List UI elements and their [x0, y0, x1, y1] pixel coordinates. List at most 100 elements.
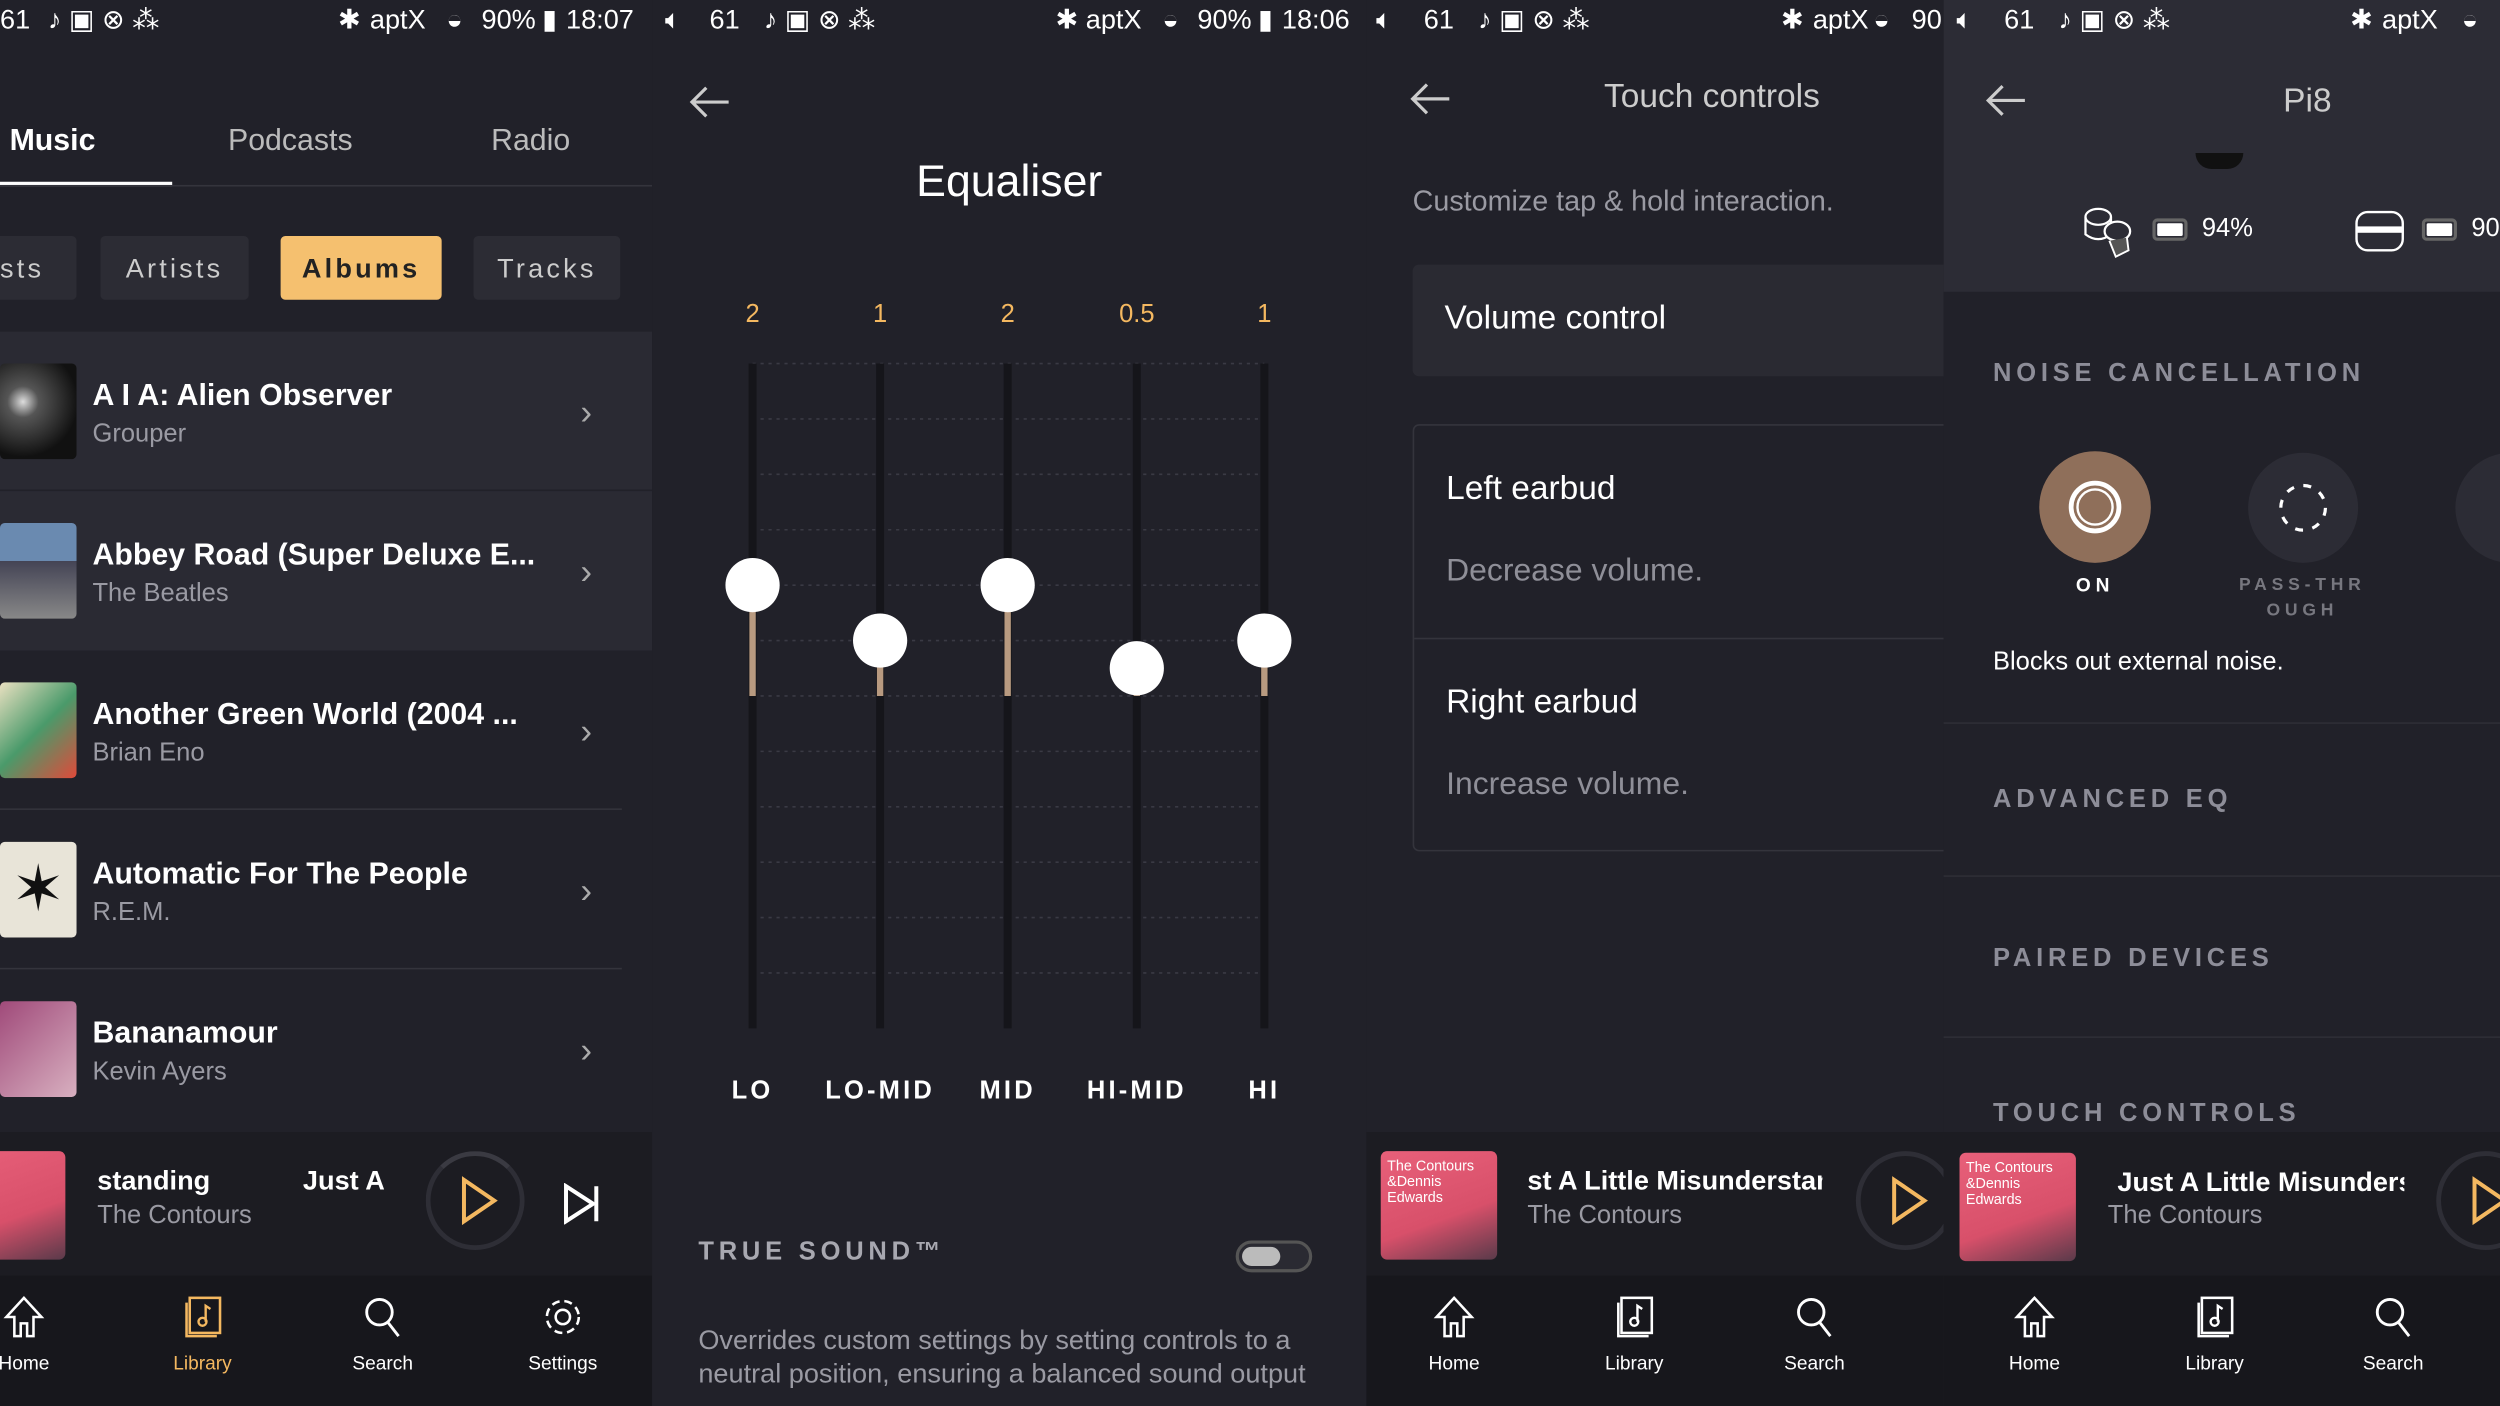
device-title: Pi8	[2283, 82, 2332, 120]
search-icon	[2375, 1298, 2411, 1337]
battery-level: 90	[1911, 4, 1942, 36]
now-playing-title: standing	[97, 1165, 211, 1196]
volume-control-option[interactable]: Volume control	[1412, 264, 1944, 377]
tabs-divider	[0, 184, 653, 187]
chip-playlists[interactable]: sts	[0, 235, 77, 300]
status-bar: 🔈︎ 61 ♪ ▣ ⊗ ⁂ ✱ aptX ◒ 90	[1366, 0, 1943, 41]
nc-mode-passthrough[interactable]	[2248, 452, 2359, 563]
earbuds-battery-level: 94%	[2201, 215, 2253, 243]
album-title: Another Green World (2004 ...	[92, 698, 518, 732]
nav-library[interactable]: Library	[1570, 1295, 1698, 1375]
device-header	[1943, 0, 2500, 292]
album-artist: Brian Eno	[92, 739, 205, 767]
right-earbud-setting[interactable]: Right earbud Increase volume.	[1414, 639, 1943, 853]
volume-level: 61	[709, 4, 740, 36]
band-name-label: LO	[732, 1077, 774, 1105]
slider-knob[interactable]	[1109, 641, 1164, 696]
mini-player[interactable]: standing Just A L The Contours	[0, 1132, 653, 1276]
volume-icon: 🔈︎	[664, 4, 682, 36]
album-title: Automatic For The People	[92, 857, 468, 892]
slider-knob[interactable]	[725, 558, 780, 613]
advanced-eq-link[interactable]: ADVANCED EQ	[1993, 786, 2232, 815]
next-track-title: Just A L	[302, 1165, 392, 1196]
status-bar: 🔈︎ 61 ♪ ▣ ⊗ ⁂ ✱ aptX ◒	[1944, 0, 2500, 41]
album-row[interactable]: A I A: Alien Observer Grouper ›	[0, 331, 653, 492]
volume-icon: 🔈︎	[1375, 4, 1393, 36]
album-artist: Grouper	[92, 420, 187, 449]
battery-icon: ▮	[1257, 4, 1273, 36]
chip-albums[interactable]: Albums	[280, 235, 442, 300]
nav-home[interactable]: Home	[0, 1295, 88, 1374]
play-button[interactable]	[1855, 1151, 1944, 1251]
album-art	[0, 682, 77, 779]
now-playing-artist: The Contours	[1527, 1202, 1682, 1230]
slider-knob[interactable]	[853, 613, 908, 668]
album-title: A I A: Alien Observer	[92, 379, 393, 413]
mini-player[interactable]: The Contours &Dennis Edwards Just A Littl…	[1943, 1132, 2500, 1276]
album-title: Abbey Road (Super Deluxe E...	[92, 538, 536, 573]
nc-mode-off[interactable]	[2455, 452, 2500, 563]
setting-title: Right earbud	[1446, 683, 1638, 721]
tab-music[interactable]: Music	[10, 124, 96, 159]
volume-icon: 🔈︎	[1956, 4, 1973, 36]
bluetooth-icon: ✱	[1780, 4, 1804, 36]
tab-radio[interactable]: Radio	[491, 124, 570, 159]
clock: 18:07	[566, 4, 634, 36]
album-row[interactable]: Bananamour Kevin Ayers ›	[0, 969, 622, 1128]
album-art	[0, 1001, 77, 1097]
true-sound-toggle[interactable]	[1235, 1240, 1313, 1273]
nav-search[interactable]: Search	[2329, 1295, 2457, 1374]
album-row[interactable]: Abbey Road (Super Deluxe E... The Beatle…	[0, 491, 653, 651]
charging-case-icon	[2355, 210, 2404, 252]
play-button[interactable]	[425, 1150, 525, 1251]
bluetooth-icon: ✱	[1055, 4, 1079, 36]
nav-search[interactable]: Search	[1751, 1295, 1879, 1374]
album-artist: Kevin Ayers	[92, 1058, 227, 1086]
volume-level: 61	[1423, 4, 1454, 36]
case-battery-level: 90	[2471, 215, 2500, 243]
touch-controls-link[interactable]: TOUCH CONTROLS	[1993, 1100, 2300, 1129]
nav-settings[interactable]: Settings	[499, 1295, 627, 1374]
band-value-label: 2	[745, 300, 759, 328]
bluetooth-icon: ✱	[2350, 4, 2373, 36]
status-bar: 61 ♪ ▣ ⊗ ⁂ ✱ aptX ◒ 90% ▮ 18:07	[0, 0, 652, 41]
status-bar: 🔈︎ 61 ♪ ▣ ⊗ ⁂ ✱ aptX ◒ 90% ▮ 18:06	[652, 0, 1366, 41]
earbuds-icon	[2084, 207, 2132, 259]
left-earbud-setting[interactable]: Left earbud Decrease volume.	[1414, 426, 1944, 640]
notification-icons: ♪ ▣ ⊗ ⁂	[763, 4, 876, 36]
library-icon	[185, 1296, 222, 1338]
battery-level: 90%	[1197, 4, 1252, 36]
nav-library[interactable]: Library	[139, 1295, 267, 1374]
chip-tracks[interactable]: Tracks	[473, 235, 621, 300]
album-row[interactable]: ✶ Automatic For The People R.E.M. ›	[0, 810, 622, 970]
nav-home[interactable]: Home	[1971, 1295, 2099, 1374]
chevron-right-icon: ›	[580, 870, 593, 911]
slider-knob[interactable]	[980, 558, 1035, 613]
paired-devices-link[interactable]: PAIRED DEVICES	[1993, 945, 2274, 974]
nav-label: Library	[1605, 1352, 1664, 1375]
nav-label: Library	[2185, 1352, 2244, 1375]
play-button[interactable]	[2436, 1151, 2500, 1251]
mini-player[interactable]: The Contours &Dennis Edwards st A Little …	[1366, 1132, 1944, 1276]
now-playing-artist: The Contours	[97, 1202, 252, 1230]
true-sound-description: Overrides custom settings by setting con…	[698, 1324, 1306, 1389]
nav-search[interactable]: Search	[319, 1295, 447, 1374]
notification-icons: ♪ ▣ ⊗ ⁂	[47, 4, 160, 36]
album-art	[0, 363, 77, 460]
back-arrow-icon[interactable]	[687, 83, 732, 121]
nav-home[interactable]: Home	[1390, 1295, 1518, 1374]
slider-knob[interactable]	[1237, 613, 1292, 668]
back-arrow-icon[interactable]	[1408, 80, 1453, 118]
nav-library[interactable]: Library	[2151, 1295, 2279, 1375]
true-sound-label: TRUE SOUND™	[698, 1238, 946, 1266]
chip-artists[interactable]: Artists	[100, 235, 249, 300]
skip-next-icon[interactable]	[561, 1183, 602, 1225]
tab-podcasts[interactable]: Podcasts	[228, 124, 353, 159]
band-name-label: LO-MID	[825, 1077, 935, 1105]
album-row[interactable]: Another Green World (2004 ... Brian Eno …	[0, 651, 622, 810]
nc-mode-on[interactable]	[2039, 451, 2151, 563]
back-arrow-icon[interactable]	[1983, 81, 2028, 119]
nc-mode-label: PASS-THROUGH	[2238, 575, 2366, 621]
now-playing-artist: The Contours	[2107, 1202, 2263, 1230]
equaliser-sliders[interactable]: 2 LO 1 LO-MID 2 MID 0.5 HI-MID 1 HI	[652, 287, 1366, 1116]
